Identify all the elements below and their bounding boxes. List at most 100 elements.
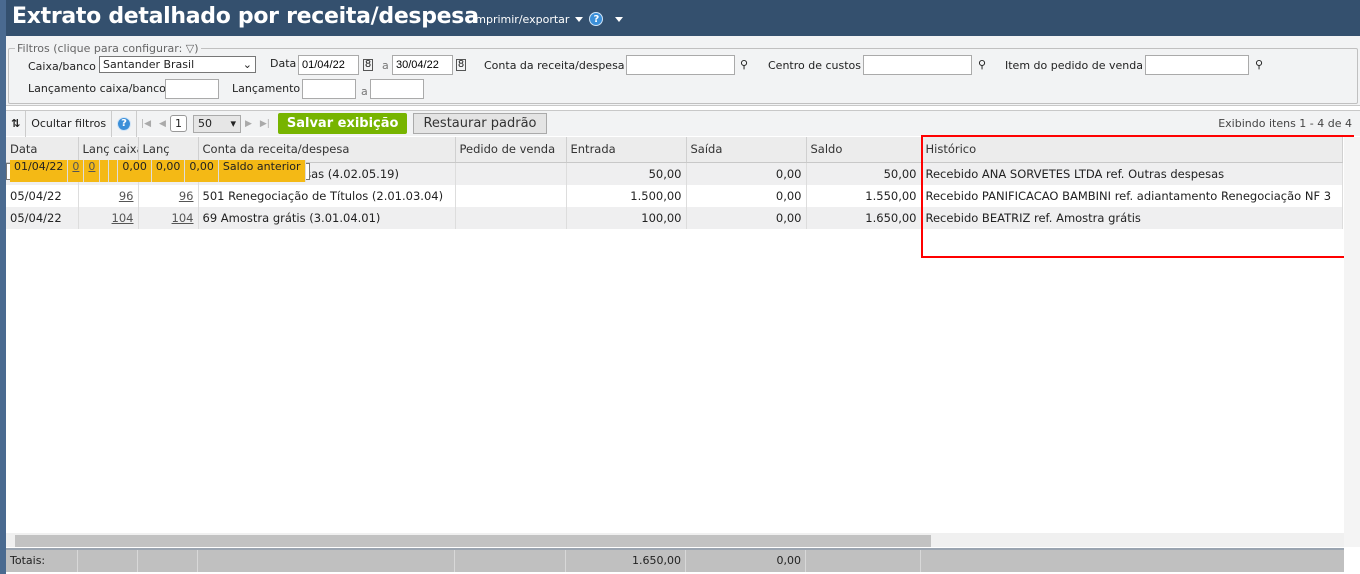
prev-page-icon[interactable]: ◀ [159,119,166,129]
totals-entrada: 1.650,00 [566,550,686,572]
cell-historico: Recebido ANA SORVETES LTDA ref. Outras d… [921,162,1343,185]
lanc-label: Lançamento [232,82,301,95]
col-data[interactable]: Data [6,137,79,163]
totals-row: Totais: 1.650,00 0,00 [6,548,1344,572]
cell-historico: Recebido BEATRIZ ref. Amostra grátis [921,206,1343,229]
cell-pedido [455,162,567,185]
statement-grid: Data Lanç caixa Lanç Conta da receita/de… [6,137,1343,229]
cell-conta: 69 Amostra grátis (3.01.04.01) [198,206,456,229]
refresh-icon[interactable]: ⇅ [6,110,27,137]
table-row[interactable]: 01/04/22 0 0 0,00 0,00 0,00 Saldo anterior [6,160,310,182]
data-label: Data [270,57,297,70]
cell-saldo: 1.550,00 [806,184,922,207]
help-icon[interactable]: ? [589,12,604,26]
cell-entrada: 100,00 [566,206,687,229]
search-icon[interactable]: ⚲ [1255,58,1263,71]
page-header: Extrato detalhado por receita/despesa Im… [6,0,1360,36]
cell-entrada: 0,00 [118,160,152,182]
col-lanc-caixa[interactable]: Lanç caixa [78,137,139,163]
cell-data: 05/04/22 [6,206,79,229]
cell-saida: 0,00 [686,184,807,207]
cell-lanc[interactable]: 104 [138,206,199,229]
col-saldo[interactable]: Saldo [806,137,922,163]
cell-saida: 0,00 [686,162,807,185]
totals-saida: 0,00 [686,550,806,572]
cell-data: 05/04/22 [6,184,79,207]
cell-entrada: 50,00 [566,162,687,185]
cell-lanc-caixa[interactable]: 96 [78,184,139,207]
chevron-down-icon: ▾ [230,117,236,130]
lanc-to-input[interactable] [370,79,424,99]
filters-panel: Filtros (clique para configurar: ▽) Caix… [6,36,1360,106]
cell-data: 01/04/22 [10,160,69,182]
cell-conta [100,160,110,182]
cell-pedido [109,160,119,182]
col-pedido[interactable]: Pedido de venda [455,137,567,163]
cell-saida: 0,00 [686,206,807,229]
print-export-menu[interactable]: Imprimir/exportar [472,13,569,26]
date-to-input[interactable] [392,55,453,75]
search-icon[interactable]: ⚲ [978,58,986,71]
cell-historico: Recebido PANIFICACAO BAMBINI ref. adiant… [921,184,1343,207]
cell-historico: Saldo anterior [218,160,306,182]
last-page-icon[interactable]: ▶| [260,119,270,129]
vertical-scrollbar[interactable] [1344,137,1360,547]
filter-icon: ▽ [185,42,195,55]
totals-label: Totais: [6,550,78,572]
date-from-input[interactable] [298,55,359,75]
item-input[interactable] [1145,55,1249,75]
calendar-icon[interactable]: 8 [363,59,373,71]
lanc-caixa-label: Lançamento caixa/banco [28,82,166,95]
lanc-caixa-input[interactable] [165,79,219,99]
cell-entrada: 1.500,00 [566,184,687,207]
item-label: Item do pedido de venda [1005,59,1143,72]
cell-pedido [455,206,567,229]
current-page[interactable]: 1 [169,115,187,132]
range-separator: a [382,59,389,72]
chevron-down-icon[interactable] [615,16,624,22]
conta-label: Conta da receita/despesa [484,59,625,72]
app-window: Extrato detalhado por receita/despesa Im… [6,0,1360,574]
cell-lanc[interactable]: 96 [138,184,199,207]
col-lanc[interactable]: Lanç [138,137,199,163]
horizontal-scrollbar[interactable] [6,533,1344,547]
caixa-label: Caixa/banco [28,60,96,73]
first-page-icon[interactable]: |◀ [141,119,151,129]
help-icon[interactable]: ? [117,116,132,131]
restore-default-button[interactable]: Restaurar padrão [413,113,547,134]
save-view-button[interactable]: Salvar exibição [277,113,408,134]
centro-input[interactable] [863,55,972,75]
next-page-icon[interactable]: ▶ [245,119,252,129]
col-entrada[interactable]: Entrada [566,137,687,163]
cell-pedido [455,184,567,207]
scrollbar-thumb[interactable] [15,535,931,547]
centro-label: Centro de custos [768,59,862,72]
range-separator: a [361,85,368,98]
search-icon[interactable]: ⚲ [740,58,748,71]
filters-legend[interactable]: Filtros (clique para configurar: ▽) [15,42,201,55]
cell-saida: 0,00 [151,160,186,182]
hide-filters-button[interactable]: Ocultar filtros [26,110,113,137]
cell-conta: 501 Renegociação de Títulos (2.01.03.04) [198,184,456,207]
col-saida[interactable]: Saída [686,137,807,163]
lanc-from-input[interactable] [302,79,356,99]
col-conta[interactable]: Conta da receita/despesa [198,137,456,163]
table-row[interactable]: 05/04/22 96 96 501 Renegociação de Títulos … [6,184,1343,207]
page-size-select[interactable]: 50 ▾ [192,114,241,133]
cell-saldo: 1.650,00 [806,206,922,229]
cell-saldo: 50,00 [806,162,922,185]
calendar-icon[interactable]: 8 [456,59,466,71]
cell-lanc-caixa[interactable]: 104 [78,206,139,229]
table-row[interactable]: 05/04/22 104 104 69 Amostra grátis (3.01.04… [6,206,1343,229]
caixa-select[interactable]: Santander Brasil ⌄ [99,56,256,73]
chevron-down-icon: ⌄ [242,58,252,71]
cell-saldo: 0,00 [185,160,219,182]
chevron-down-icon[interactable] [575,16,584,22]
page-title: Extrato detalhado por receita/despesa [12,4,479,29]
grid-toolbar: ⇅ Ocultar filtros ? |◀ ◀ 1 50 ▾ ▶ ▶| Salv… [6,110,1360,137]
conta-input[interactable] [626,55,735,75]
cell-lanc[interactable]: 0 [84,160,101,182]
col-historico[interactable]: Histórico [921,137,1343,163]
items-count: Exibindo itens 1 - 4 de 4 [1218,117,1352,130]
cell-lanc-caixa[interactable]: 0 [68,160,85,182]
